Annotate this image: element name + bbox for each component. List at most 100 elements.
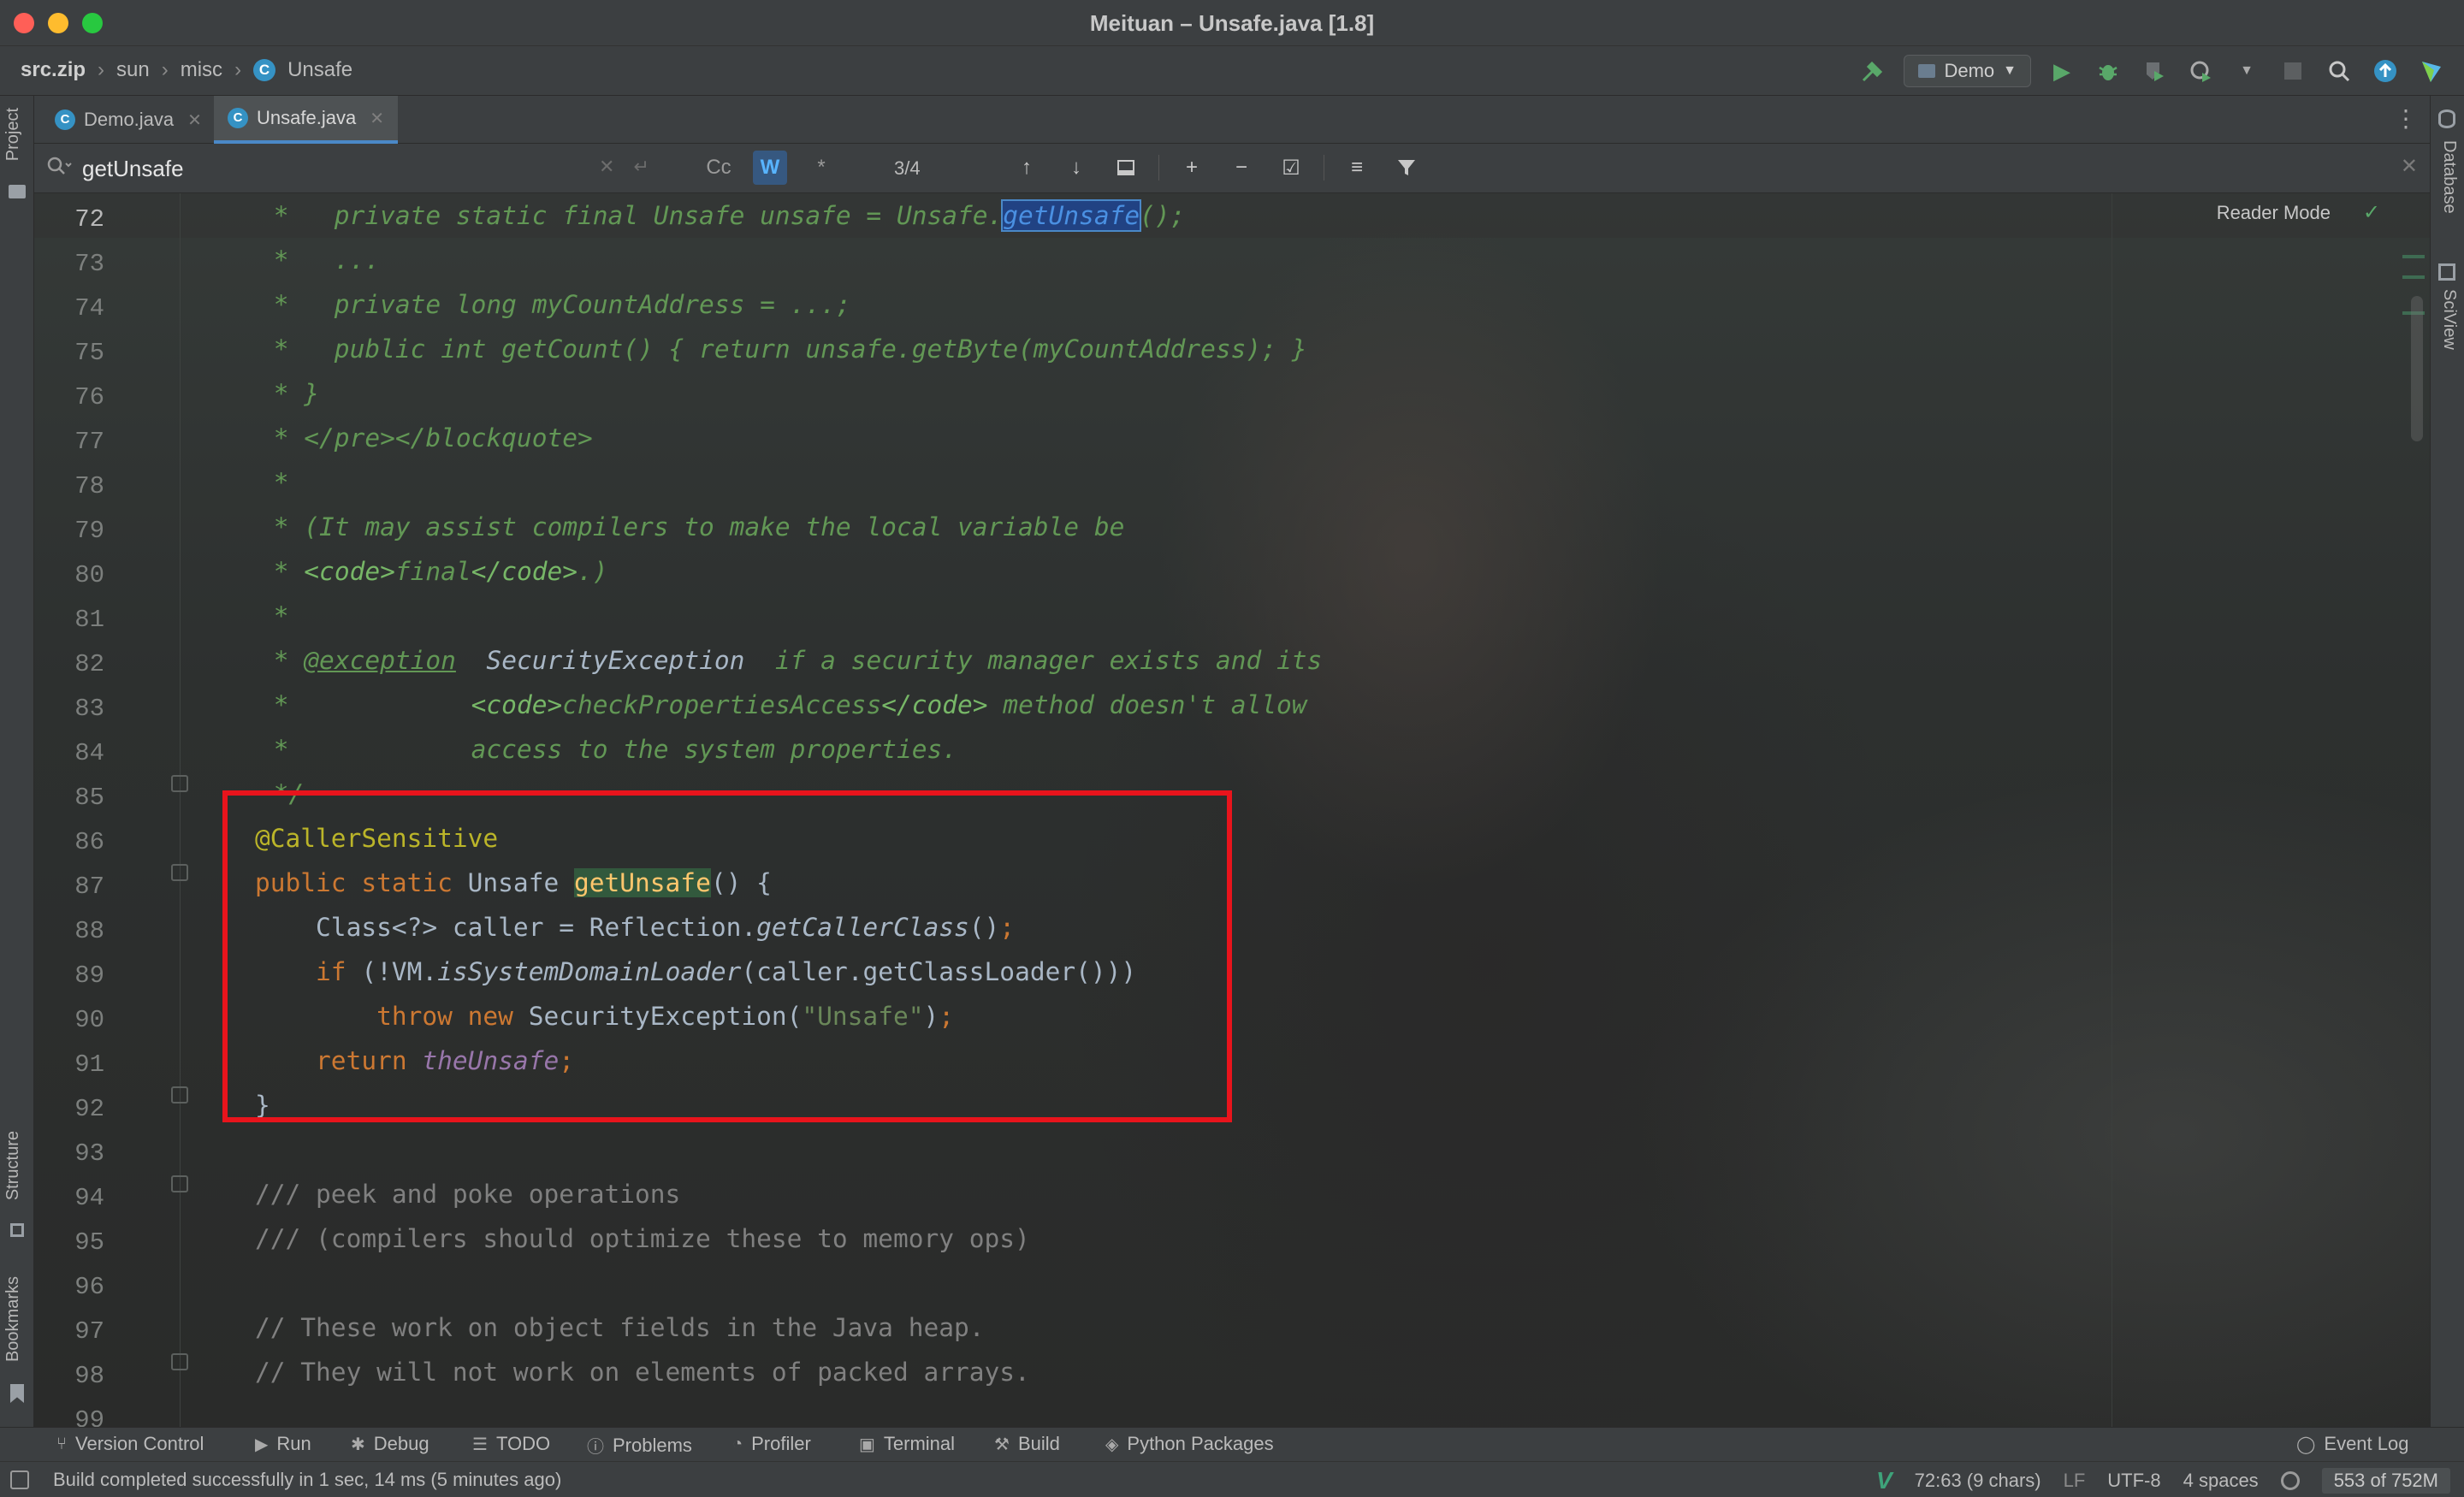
more-run-options-chevron-icon[interactable]: ▼ [2231, 56, 2262, 86]
memory-indicator[interactable]: 553 of 752M [2321, 1468, 2450, 1494]
update-icon[interactable] [2370, 56, 2401, 86]
clear-search-icon[interactable]: ✕ [599, 156, 614, 178]
sciview-tool-button[interactable]: SciView [2439, 289, 2459, 350]
doc-comment-text: * </pre></blockquote> [258, 423, 593, 453]
code-line[interactable]: * access to the system properties. [258, 727, 957, 772]
no-problems-check-icon[interactable]: ✓ [2363, 200, 2380, 225]
window-title: Meituan – Unsafe.java [1.8] [1089, 10, 1375, 36]
tool-debug[interactable]: ✱ Debug [351, 1433, 429, 1455]
tool-build[interactable]: ⚒ Build [994, 1433, 1060, 1455]
open-in-window-icon[interactable] [1109, 151, 1143, 185]
code-line[interactable]: // They will not work on elements of pac… [255, 1350, 1030, 1394]
gauge-icon: ◔ [732, 1434, 743, 1453]
remove-occurrence-icon[interactable]: − [1224, 151, 1259, 185]
caret-position[interactable]: 72:63 (9 chars) [1915, 1470, 2041, 1492]
filter-lines-icon[interactable]: ≡ [1340, 151, 1374, 185]
stop-icon[interactable] [2277, 56, 2308, 86]
arrow-up-icon[interactable]: ↑ [1010, 151, 1044, 185]
vertical-scrollbar[interactable] [2411, 296, 2423, 441]
fold-marker-icon[interactable] [171, 1086, 188, 1104]
match-case-toggle[interactable]: Cc [702, 151, 736, 185]
database-tool-button[interactable]: Database [2439, 140, 2459, 214]
line-number: 96 [74, 1273, 104, 1301]
project-tool-button[interactable]: Project [3, 108, 23, 161]
tab-label: Demo.java [84, 109, 175, 130]
select-all-occurrences-icon[interactable]: ☑ [1274, 151, 1308, 185]
code-line[interactable]: * public int getCount() { return unsafe.… [258, 327, 1307, 371]
reader-mode-toggle[interactable]: Reader Mode [2217, 202, 2331, 224]
java-app-icon [1918, 64, 1936, 78]
code-line[interactable]: /// (compilers should optimize these to … [255, 1216, 1030, 1261]
error-stripe-mark[interactable] [2402, 275, 2425, 279]
run-configuration-select[interactable]: Demo ▼ [1904, 55, 2031, 87]
code-line[interactable]: // These work on object fields in the Ja… [255, 1305, 985, 1350]
profile-icon[interactable] [2185, 56, 2216, 86]
new-line-icon[interactable]: ↵ [633, 156, 649, 178]
jetbrains-toolbox-icon[interactable] [2416, 56, 2447, 86]
search-everywhere-icon[interactable] [2324, 56, 2354, 86]
add-occurrence-icon[interactable]: + [1175, 151, 1209, 185]
code-line[interactable]: * private long myCountAddress = ...; [258, 282, 851, 327]
line-separator[interactable]: LF [2064, 1470, 2086, 1492]
breadcrumb-item-class[interactable]: Unsafe [287, 58, 352, 82]
tab-unsafe-java[interactable]: C Unsafe.java ✕ [214, 96, 398, 144]
fold-marker-icon[interactable] [171, 1175, 188, 1192]
words-toggle[interactable]: W [753, 151, 787, 185]
tool-profiler[interactable]: ◔ Profiler [732, 1433, 811, 1455]
code-line[interactable]: * [258, 460, 289, 505]
breadcrumb-item-package[interactable]: sun [116, 58, 150, 82]
fold-marker-icon[interactable] [171, 864, 188, 881]
tool-python-packages[interactable]: ◈ Python Packages [1105, 1433, 1274, 1455]
search-icon[interactable] [46, 156, 72, 182]
build-hammer-icon[interactable] [1857, 56, 1888, 86]
bookmarks-tool-button[interactable]: Bookmarks [3, 1276, 23, 1362]
regex-toggle[interactable]: * [804, 151, 838, 185]
code-line[interactable]: * [258, 594, 289, 638]
find-input[interactable] [82, 155, 595, 182]
fold-marker-icon[interactable] [171, 775, 188, 792]
code-line[interactable]: * <code>checkPropertiesAccess</code> met… [258, 683, 1307, 727]
code-line[interactable]: * <code>final</code>.) [258, 549, 608, 594]
error-stripe-mark[interactable] [2402, 255, 2425, 258]
breadcrumb-item-archive[interactable]: src.zip [21, 58, 86, 82]
tool-version-control[interactable]: ⑂ Version Control [56, 1433, 204, 1455]
doc-comment-text: method doesn't allow [987, 690, 1307, 719]
more-vertical-icon[interactable]: ⋮ [2394, 104, 2418, 133]
code-line[interactable]: * ... [258, 238, 380, 282]
run-icon[interactable]: ▶ [2046, 56, 2077, 86]
code-editor[interactable]: Reader Mode ✓ 72 73 74 75 76 77 78 79 80… [34, 193, 2430, 1427]
tool-terminal[interactable]: ▣ Terminal [859, 1433, 955, 1455]
doc-tag-exception[interactable]: @exception [304, 646, 456, 675]
arrow-down-icon[interactable]: ↓ [1059, 151, 1093, 185]
status-message[interactable]: Build completed successfully in 1 sec, 1… [53, 1469, 561, 1491]
close-tab-icon[interactable]: ✕ [187, 109, 202, 131]
close-tab-icon[interactable]: ✕ [370, 108, 384, 129]
fold-marker-icon[interactable] [171, 1353, 188, 1370]
toggle-tool-windows-icon[interactable] [10, 1470, 29, 1489]
filter-icon[interactable] [1389, 151, 1424, 185]
tab-demo-java[interactable]: C Demo.java ✕ [41, 96, 216, 144]
code-line[interactable]: /// peek and poke operations [255, 1172, 680, 1216]
tool-todo[interactable]: ☰ TODO [472, 1433, 550, 1455]
doc-comment-text: * } [258, 379, 320, 408]
tool-problems[interactable]: ⓘ Problems [587, 1433, 692, 1458]
tool-event-log[interactable]: ◯ Event Log [2296, 1433, 2408, 1455]
tool-run[interactable]: ▶ Run [255, 1433, 311, 1455]
code-line[interactable]: * @exception SecurityException if a secu… [258, 638, 1323, 683]
code-line[interactable]: * (It may assist compilers to make the l… [258, 505, 1125, 549]
database-icon [2438, 109, 2455, 128]
run-with-coverage-icon[interactable] [2139, 56, 2170, 86]
close-find-bar-icon[interactable]: ✕ [2401, 154, 2418, 179]
breadcrumb-item-subpackage[interactable]: misc [181, 58, 222, 82]
inspection-profile-icon[interactable] [2280, 1471, 2300, 1490]
code-line[interactable]: * } [258, 371, 319, 416]
code-line[interactable]: * </pre></blockquote> [258, 416, 593, 460]
vim-plugin-icon[interactable]: V [1876, 1467, 1892, 1494]
debug-bug-icon[interactable] [2093, 56, 2123, 86]
structure-tool-button[interactable]: Structure [3, 1131, 23, 1200]
code-line[interactable]: * private static final Unsafe unsafe = U… [258, 193, 1185, 238]
file-encoding[interactable]: UTF-8 [2107, 1470, 2160, 1492]
indent-setting[interactable]: 4 spaces [2183, 1470, 2259, 1492]
branch-icon: ⑂ [56, 1434, 67, 1453]
doc-comment-text: * [258, 468, 289, 497]
